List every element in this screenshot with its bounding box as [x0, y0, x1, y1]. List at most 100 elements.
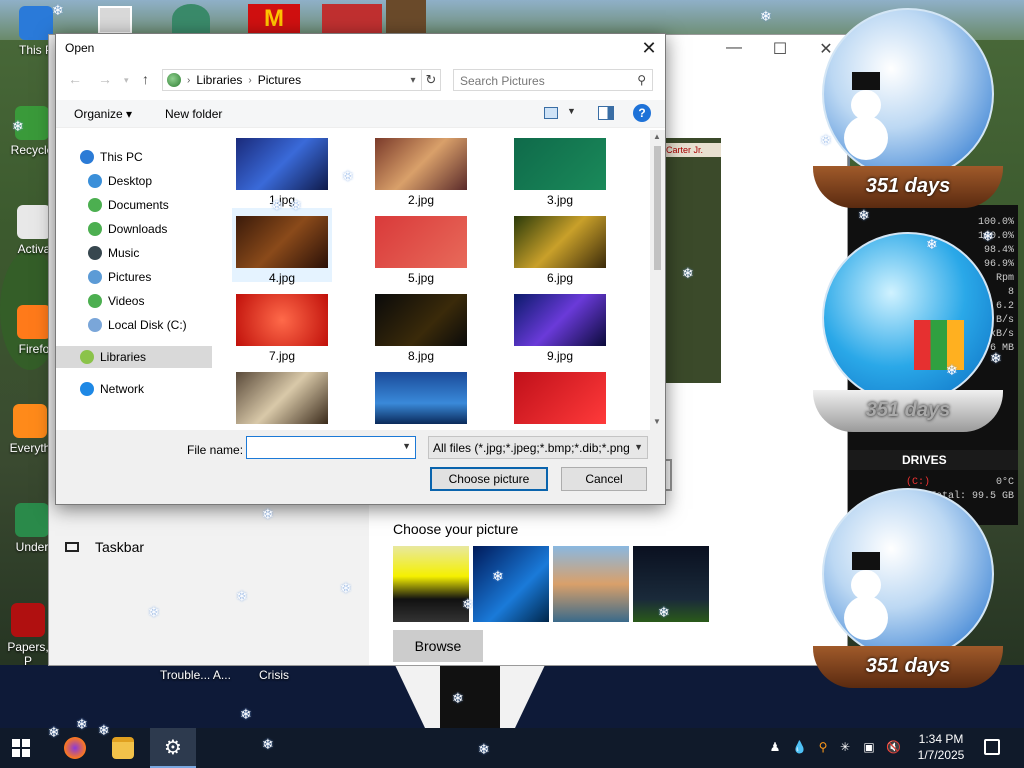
choose-picture-button[interactable]: Choose picture: [430, 467, 548, 491]
view-options-icon[interactable]: [544, 107, 558, 119]
file-tile[interactable]: [510, 364, 610, 430]
file-tile[interactable]: 9.jpg: [510, 286, 610, 363]
desktop-icon[interactable]: Papers, P: [2, 603, 54, 668]
sysmon-value: B/s: [995, 315, 1014, 326]
desktop-shortcut-icon[interactable]: [322, 4, 382, 34]
address-bar[interactable]: › Libraries › Pictures ▾: [162, 69, 441, 91]
snowman-hat: [852, 72, 880, 90]
file-tile[interactable]: 3.jpg: [510, 130, 610, 207]
file-tile[interactable]: 1.jpg: [232, 130, 332, 207]
recent-picture-thumb[interactable]: [393, 546, 469, 622]
nav-item-desktop[interactable]: Desktop: [88, 170, 152, 192]
nav-item-videos[interactable]: Videos: [88, 290, 144, 312]
desktop-icon-label[interactable]: Crisis: [259, 668, 289, 682]
mcdonalds-icon[interactable]: M: [248, 4, 300, 34]
help-icon[interactable]: ?: [633, 104, 651, 122]
tray-app-icon[interactable]: ✳: [838, 740, 852, 754]
up-arrow-icon[interactable]: ↑: [142, 71, 149, 87]
nav-item-this-pc[interactable]: This PC: [80, 146, 143, 168]
breadcrumb-libraries[interactable]: Libraries: [196, 73, 242, 87]
globe-day-count: 351 days: [813, 390, 1003, 432]
back-arrow-icon[interactable]: ←: [68, 71, 82, 87]
scrollbar-thumb[interactable]: [654, 146, 661, 270]
file-name-input[interactable]: ▼: [246, 436, 416, 459]
new-folder-button[interactable]: New folder: [165, 107, 222, 121]
notification-icon[interactable]: [984, 739, 1000, 755]
maximize-button[interactable]: ☐: [757, 39, 803, 59]
file-tile[interactable]: 8.jpg: [371, 286, 471, 363]
nav-item-label: Local Disk (C:): [108, 318, 187, 332]
windows-start-icon[interactable]: [12, 739, 30, 757]
chevron-down-icon: ▼: [634, 442, 643, 452]
desktop-app-icon: [17, 205, 51, 239]
recent-picture-thumb[interactable]: [553, 546, 629, 622]
globe-day-count: 351 days: [813, 646, 1003, 688]
breadcrumb-pictures[interactable]: Pictures: [258, 73, 301, 87]
file-thumbnail: [514, 216, 606, 268]
snowflake-icon: ❄: [342, 168, 354, 184]
file-tile[interactable]: 6.jpg: [510, 208, 610, 285]
desktop-app-icon: [15, 503, 49, 537]
file-tile[interactable]: 7.jpg: [232, 286, 332, 363]
file-tile[interactable]: 4.jpg: [232, 208, 332, 285]
breadcrumb-separator-icon: ›: [248, 74, 252, 86]
close-icon[interactable]: ✕: [637, 36, 661, 60]
tray-app-icon[interactable]: ♟: [768, 740, 782, 754]
volume-muted-icon[interactable]: 🔇: [886, 740, 901, 754]
nav-item-libraries[interactable]: Libraries: [56, 346, 212, 368]
nav-item-music[interactable]: Music: [88, 242, 139, 264]
settings-taskbar-button[interactable]: ⚙: [150, 728, 196, 768]
nav-item-downloads[interactable]: Downloads: [88, 218, 167, 240]
file-tile[interactable]: [371, 364, 471, 430]
nav-item-documents[interactable]: Documents: [88, 194, 169, 216]
desktop-shortcut-icon[interactable]: [386, 0, 426, 34]
snowflake-icon: ❄: [478, 741, 490, 757]
scroll-up-icon[interactable]: ▲: [653, 132, 661, 141]
nav-item-icon: [88, 222, 102, 236]
file-tile[interactable]: 5.jpg: [371, 208, 471, 285]
snow-globe-gadget[interactable]: 351 days: [813, 232, 1003, 432]
desktop-shortcut-icon[interactable]: [172, 4, 210, 34]
recent-dropdown-icon[interactable]: ▾: [124, 75, 129, 86]
system-clock[interactable]: 1:34 PM 1/7/2025: [914, 731, 968, 763]
search-icon: ⚲: [637, 73, 646, 87]
minimize-button[interactable]: —: [711, 39, 757, 57]
chevron-down-icon[interactable]: ▼: [567, 106, 576, 116]
chevron-down-icon[interactable]: ▼: [402, 441, 411, 451]
file-type-select[interactable]: All files (*.jpg;*.jpeg;*.bmp;*.dib;*.pn…: [428, 436, 648, 459]
search-input[interactable]: Search Pictures ⚲: [453, 69, 653, 91]
nav-item-label: Downloads: [108, 222, 168, 236]
file-tile[interactable]: 2.jpg: [371, 130, 471, 207]
nav-item-pictures[interactable]: Pictures: [88, 266, 151, 288]
recent-picture-thumb[interactable]: [473, 546, 549, 622]
desktop-app-icon: [11, 603, 45, 637]
nav-item-icon: [88, 246, 102, 260]
browse-button[interactable]: Browse: [393, 630, 483, 662]
refresh-icon[interactable]: ↻: [421, 69, 441, 91]
tray-drop-icon[interactable]: 💧: [792, 740, 807, 754]
globe-sphere: [822, 232, 994, 404]
search-icon[interactable]: ⚲: [816, 740, 830, 754]
organize-button[interactable]: Organize ▾: [74, 107, 132, 121]
nav-item-local-disk-c[interactable]: Local Disk (C:): [88, 314, 187, 336]
scroll-down-icon[interactable]: ▼: [653, 417, 661, 426]
desktop-shortcut-icon[interactable]: [98, 6, 132, 34]
dialog-titlebar[interactable]: Open ✕: [56, 34, 665, 62]
snowflake-icon: ❄: [52, 2, 64, 18]
forward-arrow-icon[interactable]: →: [98, 71, 112, 87]
folder-icon: [112, 737, 134, 759]
vertical-scrollbar[interactable]: ▲ ▼: [650, 130, 665, 430]
preview-pane-icon[interactable]: [598, 106, 614, 120]
chevron-down-icon[interactable]: ▾: [404, 75, 422, 86]
snow-globe-gadget[interactable]: 351 days: [813, 488, 1003, 688]
nav-item-network[interactable]: Network: [80, 378, 144, 400]
recent-picture-thumb[interactable]: [633, 546, 709, 622]
settings-nav-taskbar[interactable]: Taskbar: [65, 539, 144, 555]
desktop-icon-label[interactable]: Trouble... A...: [160, 668, 231, 682]
network-icon[interactable]: ▣: [862, 740, 876, 754]
libraries-icon: [167, 73, 181, 87]
snow-globe-gadget[interactable]: 351 days: [813, 8, 1003, 208]
file-name: 6.jpg: [546, 271, 574, 285]
file-tile[interactable]: [232, 364, 332, 430]
cancel-button[interactable]: Cancel: [561, 467, 647, 491]
